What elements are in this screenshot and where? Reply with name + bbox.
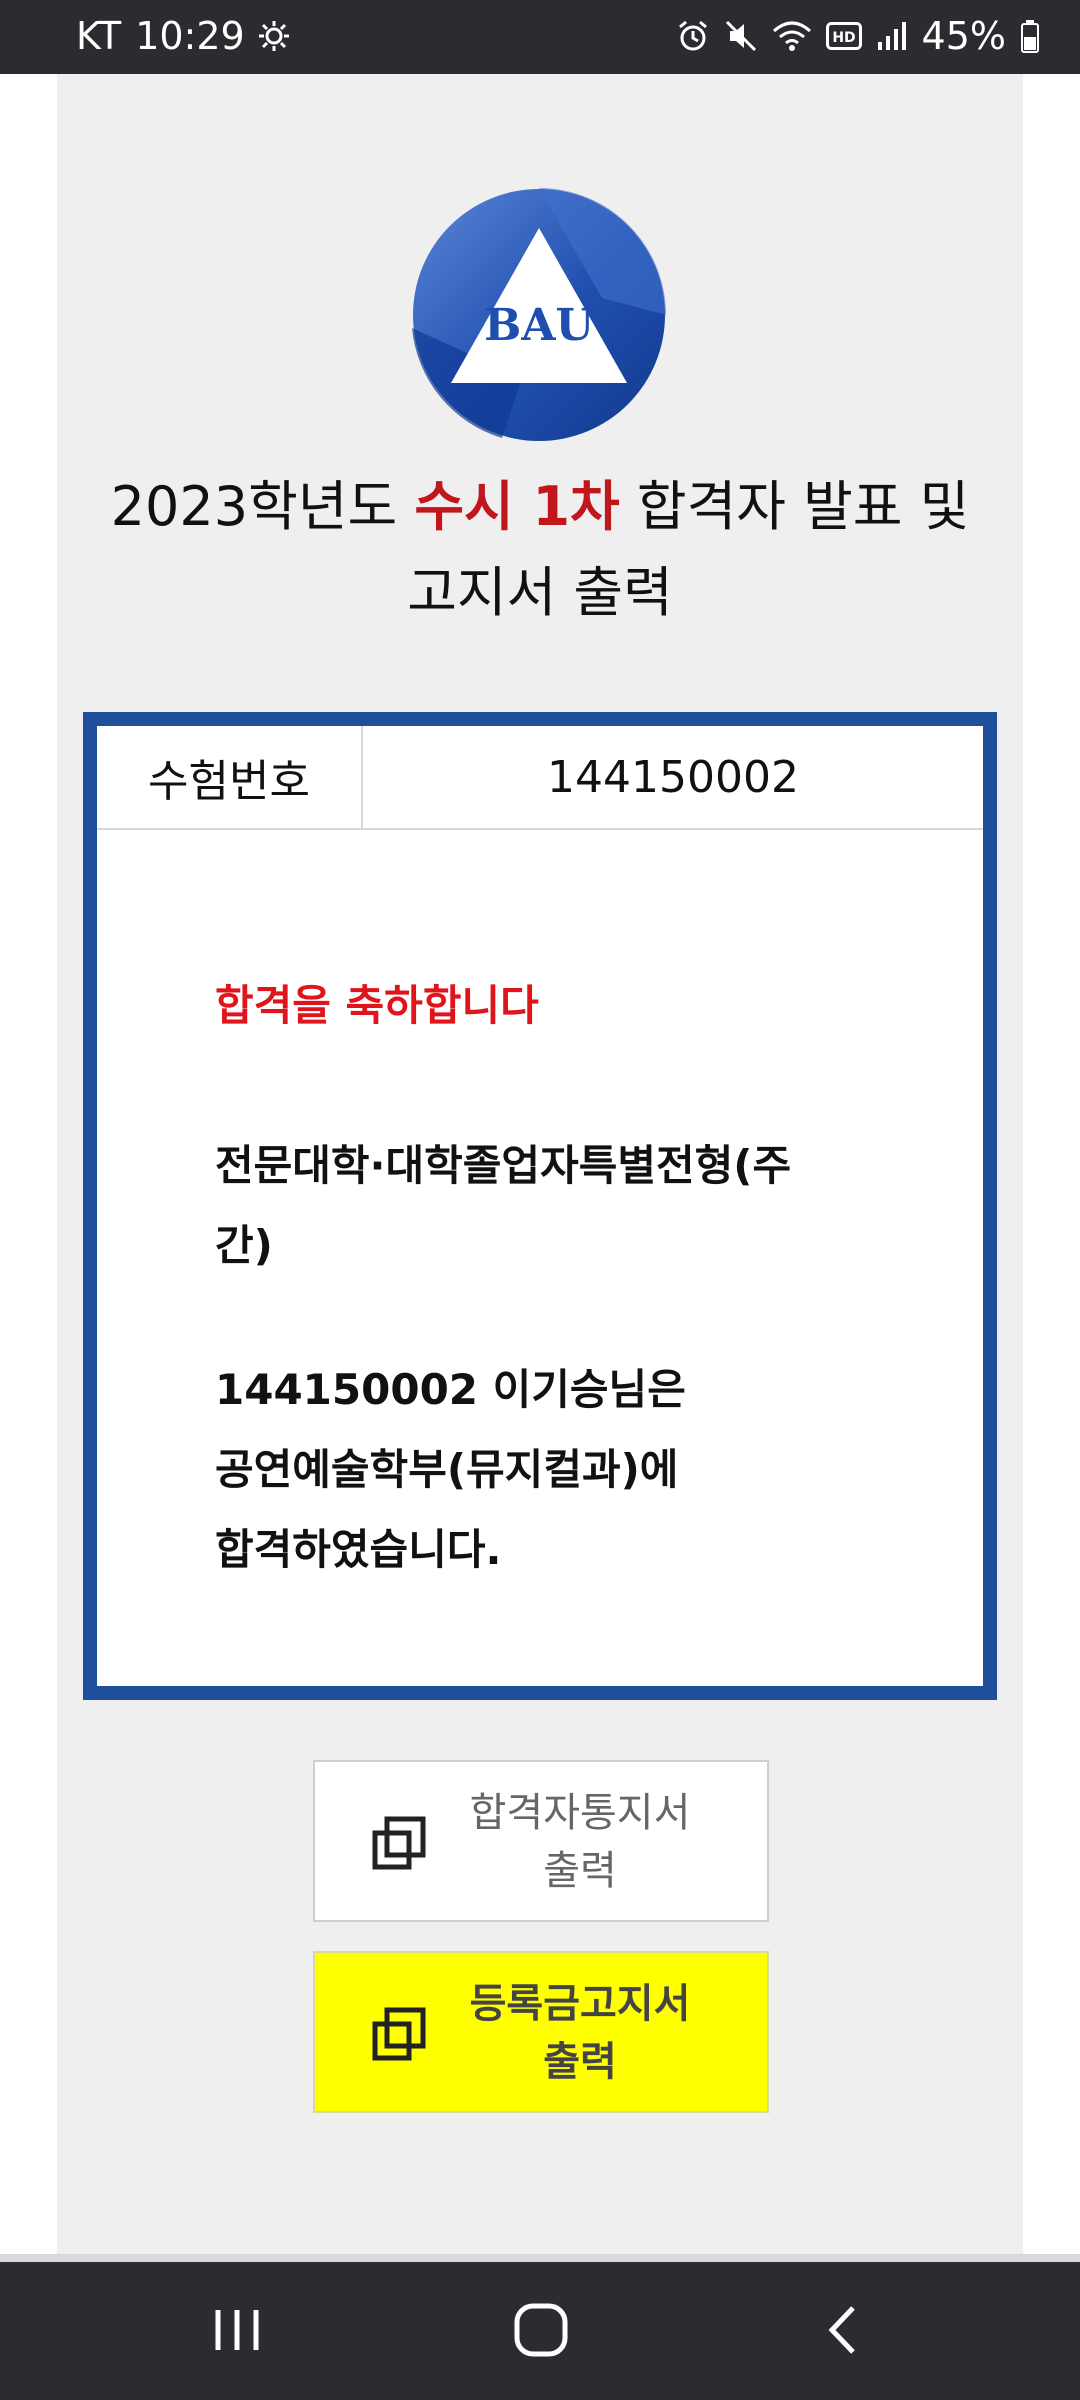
back-icon[interactable] — [808, 2300, 878, 2360]
result-line-1: 144150002 이기승님은 — [215, 1365, 686, 1414]
exam-number-value: 144150002 — [547, 751, 799, 803]
status-bar: KT 10:29 HD 45% — [0, 0, 1080, 74]
home-icon[interactable] — [506, 2300, 576, 2360]
title-line-1: 2023학년도 수시 1차 합격자 발표 및 — [57, 464, 1023, 550]
page-bottom-divider — [0, 2254, 1080, 2262]
logo-text: BAU — [484, 300, 594, 351]
result-line-2: 공연예술학부(뮤지컬과)에 — [215, 1445, 679, 1494]
title-highlight: 수시 1차 — [414, 475, 620, 538]
page-title: 2023학년도 수시 1차 합격자 발표 및 고지서 출력 — [57, 464, 1023, 636]
fee-label-line-2: 출력 — [543, 2039, 617, 2085]
brightness-icon — [258, 21, 289, 51]
print-acceptance-letter-button[interactable]: 합격자통지서 출력 — [313, 1760, 769, 1922]
print-acceptance-letter-label: 합격자통지서 출력 — [455, 1784, 705, 1900]
mute-icon — [724, 19, 758, 53]
university-logo: BAU — [412, 188, 666, 442]
exam-number-label: 수험번호 — [97, 726, 363, 828]
system-nav-bar — [0, 2262, 1080, 2400]
title-line-2: 고지서 출력 — [407, 561, 673, 624]
carrier-label: KT — [76, 14, 122, 58]
clock: 10:29 — [135, 14, 245, 58]
battery-percent: 45% — [921, 14, 1006, 58]
admission-track: 전문대학·대학졸업자특별전형(주 간) — [215, 1126, 855, 1286]
svg-text:HD: HD — [832, 30, 855, 46]
print-tuition-bill-button[interactable]: 등록금고지서 출력 — [313, 1951, 769, 2113]
hd-icon: HD — [825, 22, 862, 50]
wifi-icon — [772, 19, 812, 53]
track-line-2: 간) — [215, 1221, 273, 1270]
signal-icon — [876, 20, 908, 52]
congrats-message: 합격을 축하합니다 — [215, 981, 539, 1030]
battery-icon — [1020, 19, 1040, 53]
title-prefix: 2023학년도 — [110, 475, 415, 538]
result-line-3: 합격하였습니다. — [215, 1525, 502, 1574]
title-suffix: 합격자 발표 및 — [619, 475, 970, 538]
page-content: BAU 2023학년도 수시 1차 합격자 발표 및 고지서 출력 수험번호 1… — [57, 74, 1023, 2254]
recent-apps-icon[interactable] — [202, 2300, 272, 2360]
result-message: 144150002 이기승님은 공연예술학부(뮤지컬과)에 합격하였습니다. — [215, 1350, 855, 1590]
notice-label-line-1: 합격자통지서 — [469, 1790, 691, 1836]
track-line-1: 전문대학·대학졸업자특별전형(주 — [215, 1141, 792, 1190]
fee-label-line-1: 등록금고지서 — [469, 1981, 691, 2027]
exam-number-row: 수험번호 144150002 — [97, 726, 983, 830]
alarm-icon — [676, 19, 710, 53]
notice-label-line-2: 출력 — [543, 1848, 617, 1894]
copy-window-icon — [371, 1815, 427, 1871]
print-tuition-bill-label: 등록금고지서 출력 — [455, 1975, 705, 2091]
status-left: KT 10:29 — [76, 14, 289, 58]
copy-window-icon — [371, 2006, 427, 2062]
result-panel: 수험번호 144150002 합격을 축하합니다 전문대학·대학졸업자특별전형(… — [83, 712, 997, 1700]
status-right: HD 45% — [676, 14, 1040, 58]
